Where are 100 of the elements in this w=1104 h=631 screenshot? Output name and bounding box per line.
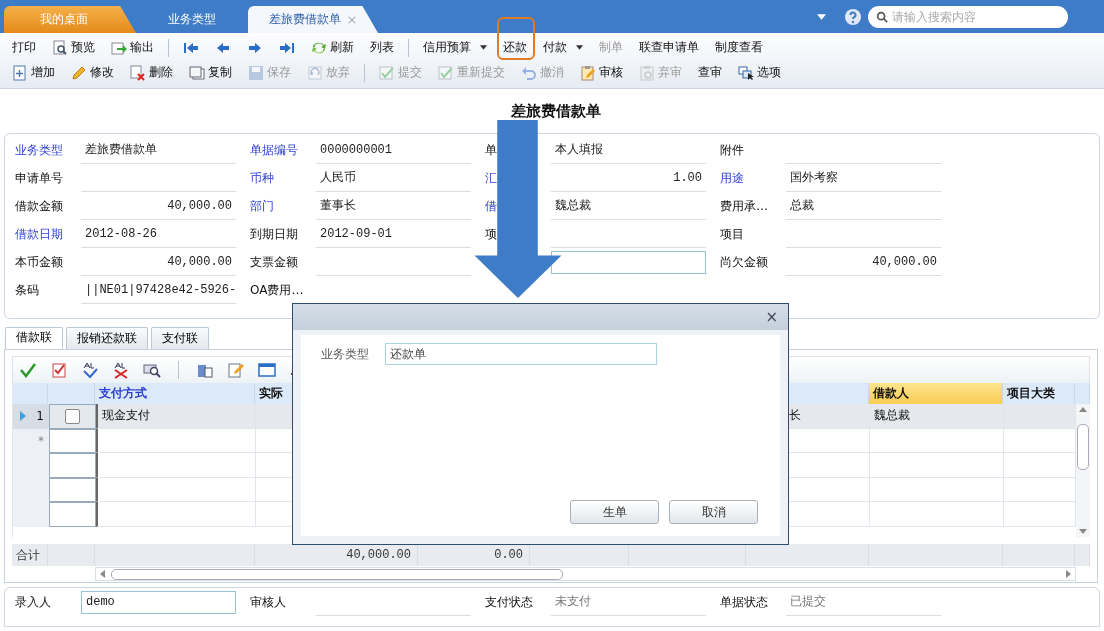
- field-value: 总裁: [790, 198, 814, 214]
- discard-icon: [307, 64, 323, 81]
- toolbar-button[interactable]: 修改: [65, 61, 120, 84]
- scroll-right-icon[interactable]: [1066, 570, 1071, 578]
- toolbar-button[interactable]: 刷新: [305, 36, 360, 59]
- dialog-button[interactable]: 生单: [570, 500, 659, 524]
- field-label: 汇: [485, 169, 498, 187]
- column-header[interactable]: 支付方式: [95, 383, 255, 404]
- field-value: 1.00: [673, 170, 702, 185]
- field-value: 人民币: [320, 170, 356, 186]
- delete-page-icon: [130, 64, 146, 81]
- field-label: 支付状态: [485, 593, 534, 611]
- field-value: ||NE01|97428e42-5926-: [85, 282, 237, 297]
- field-value: 2012-08-26: [85, 226, 157, 241]
- field-label: 单: [485, 141, 498, 159]
- search-icon[interactable]: [143, 361, 161, 379]
- header-cell: [1075, 383, 1090, 404]
- toolbar-button[interactable]: 选项: [732, 61, 787, 84]
- field-label: 审核人: [250, 593, 287, 611]
- all-cross-icon[interactable]: [112, 361, 130, 379]
- field-label: 申请单号: [15, 169, 64, 187]
- help-icon[interactable]: [844, 7, 862, 26]
- field-label: 条码: [15, 281, 40, 299]
- tab[interactable]: 差旅费借款单 ×: [248, 6, 378, 33]
- caret-icon[interactable]: [817, 13, 826, 20]
- field-label: 录入人: [15, 593, 52, 611]
- field-value: 40,000.00: [872, 254, 937, 269]
- windows-cursor-icon: [738, 64, 754, 81]
- highlight-frame: [497, 17, 535, 60]
- field-label: 借款金额: [15, 197, 64, 215]
- row-header[interactable]: 1: [13, 404, 49, 429]
- pencil-icon: [71, 64, 87, 81]
- checklist-icon[interactable]: [50, 361, 68, 379]
- field-value: 40,000.00: [167, 254, 232, 269]
- field-label: 用途: [720, 169, 745, 187]
- toolbar-button[interactable]: 审核: [574, 61, 629, 84]
- toolbar-button[interactable]: 付款: [537, 36, 589, 59]
- caret-icon: [480, 45, 487, 50]
- tab[interactable]: 报销还款联: [66, 327, 148, 349]
- field-value: 国外考察: [790, 170, 838, 186]
- toolbar-button[interactable]: 打印: [6, 36, 42, 59]
- toolbar-button[interactable]: 删除: [124, 61, 179, 84]
- table-cell: 现金支付: [96, 404, 256, 429]
- column-header[interactable]: 借款人: [869, 383, 1003, 404]
- table-cell: [49, 453, 96, 478]
- toolbar-button[interactable]: 制度查看: [709, 36, 769, 59]
- field-label: 本币金额: [15, 253, 64, 271]
- tab[interactable]: 支付联: [151, 327, 209, 349]
- column-header[interactable]: 项目大类: [1003, 383, 1075, 404]
- input-field[interactable]: demo: [81, 590, 236, 614]
- toolbar-button[interactable]: 输出: [105, 36, 160, 59]
- checkmark-icon[interactable]: [19, 361, 37, 379]
- form-title: 差旅费借款单: [511, 101, 601, 121]
- toolbar-button[interactable]: 联查申请单: [633, 36, 705, 59]
- field-label: 项目: [720, 225, 745, 243]
- field-label: 支票金额: [250, 253, 299, 271]
- window-icon[interactable]: [258, 361, 276, 379]
- export-icon: [111, 39, 127, 56]
- field-label: 项: [485, 225, 498, 243]
- field-label: OA费用…: [250, 281, 305, 299]
- scrollbar[interactable]: [1076, 404, 1090, 537]
- field-value: 董事长: [320, 198, 356, 214]
- toolbar-button[interactable]: 复制: [183, 61, 238, 84]
- toolbar-button[interactable]: 列表: [364, 36, 400, 59]
- field-label: 单据状态: [720, 593, 769, 611]
- new-row-marker: *: [38, 433, 44, 448]
- dialog-button[interactable]: 取消: [669, 500, 758, 524]
- row-number: 1: [36, 409, 44, 424]
- scroll-left-icon[interactable]: [100, 570, 105, 578]
- magnifier-page-icon: [52, 39, 68, 56]
- field-value: 已提交: [790, 593, 826, 610]
- close-icon[interactable]: ×: [765, 308, 778, 326]
- scroll-down-icon[interactable]: [1079, 529, 1087, 534]
- tab[interactable]: 借款联: [5, 327, 63, 349]
- copy-icon: [189, 64, 205, 81]
- scroll-up-icon[interactable]: [1079, 407, 1087, 412]
- checkbox[interactable]: [65, 408, 80, 424]
- input-field[interactable]: 还款单: [385, 343, 657, 365]
- field-label: 费用承…: [720, 197, 769, 215]
- field-label: 尚欠金额: [720, 253, 769, 271]
- search-icon: [876, 10, 888, 23]
- toolbar-button[interactable]: 还款: [497, 36, 533, 59]
- toolbar-button[interactable]: 增加: [6, 61, 61, 84]
- row-pointer-icon: [20, 411, 27, 422]
- tab[interactable]: 业务类型: [136, 6, 248, 33]
- field-label: 附件: [720, 141, 745, 159]
- total-label: 合计: [12, 544, 48, 566]
- caret-icon: [576, 45, 583, 50]
- check-page-icon: [438, 64, 454, 81]
- toolbar-button[interactable]: 查审: [692, 61, 728, 84]
- toolbar-button[interactable]: 信用预算: [417, 36, 493, 59]
- field-value: 差旅费借款单: [85, 142, 157, 158]
- check-page-icon: [379, 64, 395, 81]
- toolbar-button[interactable]: 预览: [46, 36, 101, 59]
- field-label: 单据编号: [250, 141, 299, 159]
- scrollbar[interactable]: [95, 567, 1076, 581]
- edit-page-icon[interactable]: [227, 361, 245, 379]
- table-cell: [49, 477, 96, 502]
- search-field[interactable]: 请输入搜索内容: [868, 5, 1068, 28]
- all-check-icon[interactable]: [81, 361, 99, 379]
